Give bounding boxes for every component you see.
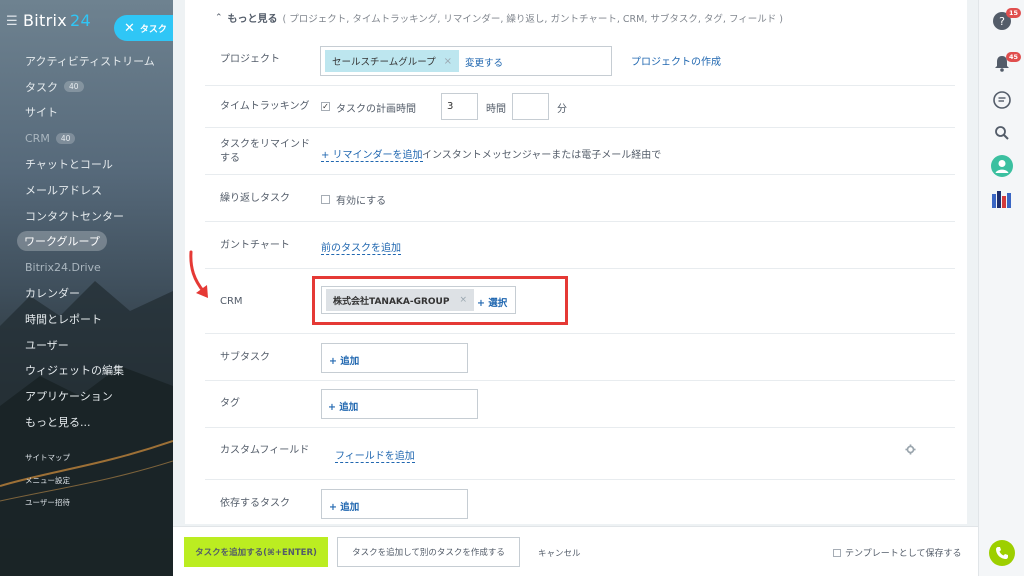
sidebar-item-drive[interactable]: Bitrix24.Drive	[0, 254, 173, 280]
dependent-tasks-row: 依存するタスク + 追加	[205, 480, 955, 528]
sidebar-item-calendar[interactable]: カレンダー	[0, 280, 173, 306]
group-avatar-icon[interactable]	[991, 188, 1013, 210]
reminder-row: タスクをリマインド する + リマインダーを追加 インスタントメッセンジャーまた…	[205, 128, 955, 175]
cancel-link[interactable]: キャンセル	[538, 547, 581, 559]
close-icon[interactable]: ✕	[124, 21, 135, 36]
add-and-create-another-button[interactable]: タスクを追加して別のタスクを作成する	[337, 537, 520, 567]
sidebar-item-workgroups[interactable]: ワークグループ	[0, 229, 173, 255]
subtask-label: サブタスク	[220, 352, 270, 363]
planned-time-label: タスクの計画時間	[336, 104, 416, 115]
sidebar-item-chat[interactable]: チャットとコール	[0, 151, 173, 177]
add-tag-button[interactable]: + 追加	[328, 399, 358, 413]
bitrix-logo[interactable]: Bitrix 24	[23, 11, 91, 30]
sidebar-item-sites[interactable]: サイト	[0, 100, 173, 126]
custom-fields-label: カスタムフィールド	[220, 445, 310, 456]
project-input[interactable]: セールスチームグループ × 変更する	[320, 46, 612, 76]
hours-unit: 時間	[486, 104, 506, 115]
add-field-link[interactable]: フィールドを追加	[335, 447, 415, 463]
add-subtask-button[interactable]: + 追加	[329, 353, 359, 367]
tag-input[interactable]: + 追加	[321, 389, 478, 419]
repeat-label: 繰り返しタスク	[220, 193, 290, 204]
tag-row: タグ + 追加	[205, 381, 955, 428]
add-reminder-link[interactable]: + リマインダーを追加	[321, 146, 423, 162]
sidebar-nav: アクティビティストリーム タスク 40 サイト CRM 40 チャットとコール メー…	[0, 48, 173, 435]
crm-row: CRM 株式会社TANAKA-GROUP × + 選択	[205, 269, 955, 334]
change-project-link[interactable]: 変更する	[465, 55, 503, 69]
sidebar-item-widgets[interactable]: ウィジェットの編集	[0, 358, 173, 384]
user-avatar-icon[interactable]	[991, 155, 1013, 177]
dependent-tasks-label: 依存するタスク	[220, 498, 290, 509]
minutes-unit: 分	[557, 104, 567, 115]
sidebar-item-crm[interactable]: CRM 40	[0, 125, 173, 151]
add-previous-task-link[interactable]: 前のタスクを追加	[321, 239, 401, 255]
gantt-row: ガントチャート 前のタスクを追加	[205, 222, 955, 269]
help-badge: 15	[1006, 8, 1022, 18]
right-toolbar: ? 15 45	[978, 0, 1024, 576]
add-task-button[interactable]: タスクを追加する(⌘+ENTER)	[184, 537, 328, 567]
gantt-label: ガントチャート	[220, 240, 290, 251]
tag-label: タグ	[220, 398, 240, 409]
subtask-row: サブタスク + 追加	[205, 334, 955, 381]
search-icon[interactable]	[991, 122, 1013, 144]
menu-icon[interactable]: ☰	[6, 14, 18, 29]
crm-chip: 株式会社TANAKA-GROUP ×	[326, 289, 474, 311]
sidebar-item-applications[interactable]: アプリケーション	[0, 383, 173, 409]
sidebar-sitemap-link[interactable]: サイトマップ	[25, 452, 70, 463]
repeat-checkbox-label: 有効にする	[336, 196, 387, 207]
hours-input[interactable]: 3	[441, 93, 478, 120]
notification-badge: 45	[1006, 52, 1022, 62]
reminder-label: タスクをリマインド する	[220, 139, 310, 164]
crm-input[interactable]: 株式会社TANAKA-GROUP × + 選択	[321, 286, 516, 314]
phone-icon[interactable]	[989, 540, 1015, 566]
gear-icon[interactable]	[905, 444, 916, 455]
save-as-template[interactable]: テンプレートとして保存する	[833, 546, 961, 559]
svg-text:?: ?	[999, 15, 1005, 28]
chevron-up-icon: ⌃	[215, 12, 223, 23]
repeat-checkbox[interactable]	[321, 195, 330, 204]
sidebar-item-tasks[interactable]: タスク 40	[0, 74, 173, 100]
sidebar-item-more[interactable]: もっと見る...	[0, 409, 173, 435]
custom-fields-row: カスタムフィールド フィールドを追加	[205, 428, 955, 480]
task-slider-tab[interactable]: ✕ タスク	[114, 15, 173, 41]
planned-time-checkbox[interactable]: ✓	[321, 102, 330, 111]
dependent-tasks-input[interactable]: + 追加	[321, 489, 468, 519]
form-footer: タスクを追加する(⌘+ENTER) タスクを追加して別のタスクを作成する キャン…	[173, 526, 978, 576]
sidebar-item-mail[interactable]: メールアドレス	[0, 177, 173, 203]
crm-label: CRM	[220, 296, 243, 307]
time-tracking-label: タイムトラッキング	[220, 101, 310, 112]
project-label: プロジェクト	[220, 54, 280, 65]
subtask-input[interactable]: + 追加	[321, 343, 468, 373]
red-arrow-annotation	[189, 250, 208, 298]
form-panel: ⌃ もっと見る ( プロジェクト, タイムトラッキング, リマインダー, 繰り返…	[185, 0, 967, 524]
remove-icon[interactable]: ×	[459, 295, 467, 305]
sidebar-invite-users-link[interactable]: ユーザー招待	[25, 497, 70, 508]
save-template-checkbox[interactable]	[833, 548, 841, 557]
left-sidebar: ☰ Bitrix 24 ✕ タスク アクティビティストリーム タスク 40 サイト …	[0, 0, 173, 576]
crm-select-button[interactable]: + 選択	[477, 295, 507, 309]
minutes-input[interactable]	[512, 93, 549, 120]
reminder-description: インスタントメッセンジャーまたは電子メール経由で	[422, 150, 662, 161]
count-badge: 40	[55, 132, 76, 144]
sidebar-item-contact-center[interactable]: コンタクトセンター	[0, 203, 173, 229]
remove-icon[interactable]: ×	[444, 56, 452, 67]
count-badge: 40	[64, 81, 84, 93]
sidebar-item-time-reports[interactable]: 時間とレポート	[0, 306, 173, 332]
more-section-header[interactable]: ⌃ もっと見る ( プロジェクト, タイムトラッキング, リマインダー, 繰り返…	[215, 10, 783, 26]
project-row: プロジェクト セールスチームグループ × 変更する プロジェクトの作成	[205, 37, 955, 86]
sidebar-menu-settings-link[interactable]: メニュー設定	[25, 475, 70, 486]
task-editor: ⌃ もっと見る ( プロジェクト, タイムトラッキング, リマインダー, 繰り返…	[173, 0, 978, 576]
sidebar-item-users[interactable]: ユーザー	[0, 332, 173, 358]
chat-icon[interactable]	[991, 89, 1013, 111]
project-chip: セールスチームグループ ×	[325, 50, 460, 72]
repeat-row: 繰り返しタスク 有効にする	[205, 175, 955, 222]
sidebar-item-activity-stream[interactable]: アクティビティストリーム	[0, 48, 173, 74]
create-project-link[interactable]: プロジェクトの作成	[631, 53, 721, 68]
add-dependent-task-button[interactable]: + 追加	[329, 499, 359, 513]
time-tracking-row: タイムトラッキング ✓ タスクの計画時間 3 時間 分	[205, 86, 955, 128]
